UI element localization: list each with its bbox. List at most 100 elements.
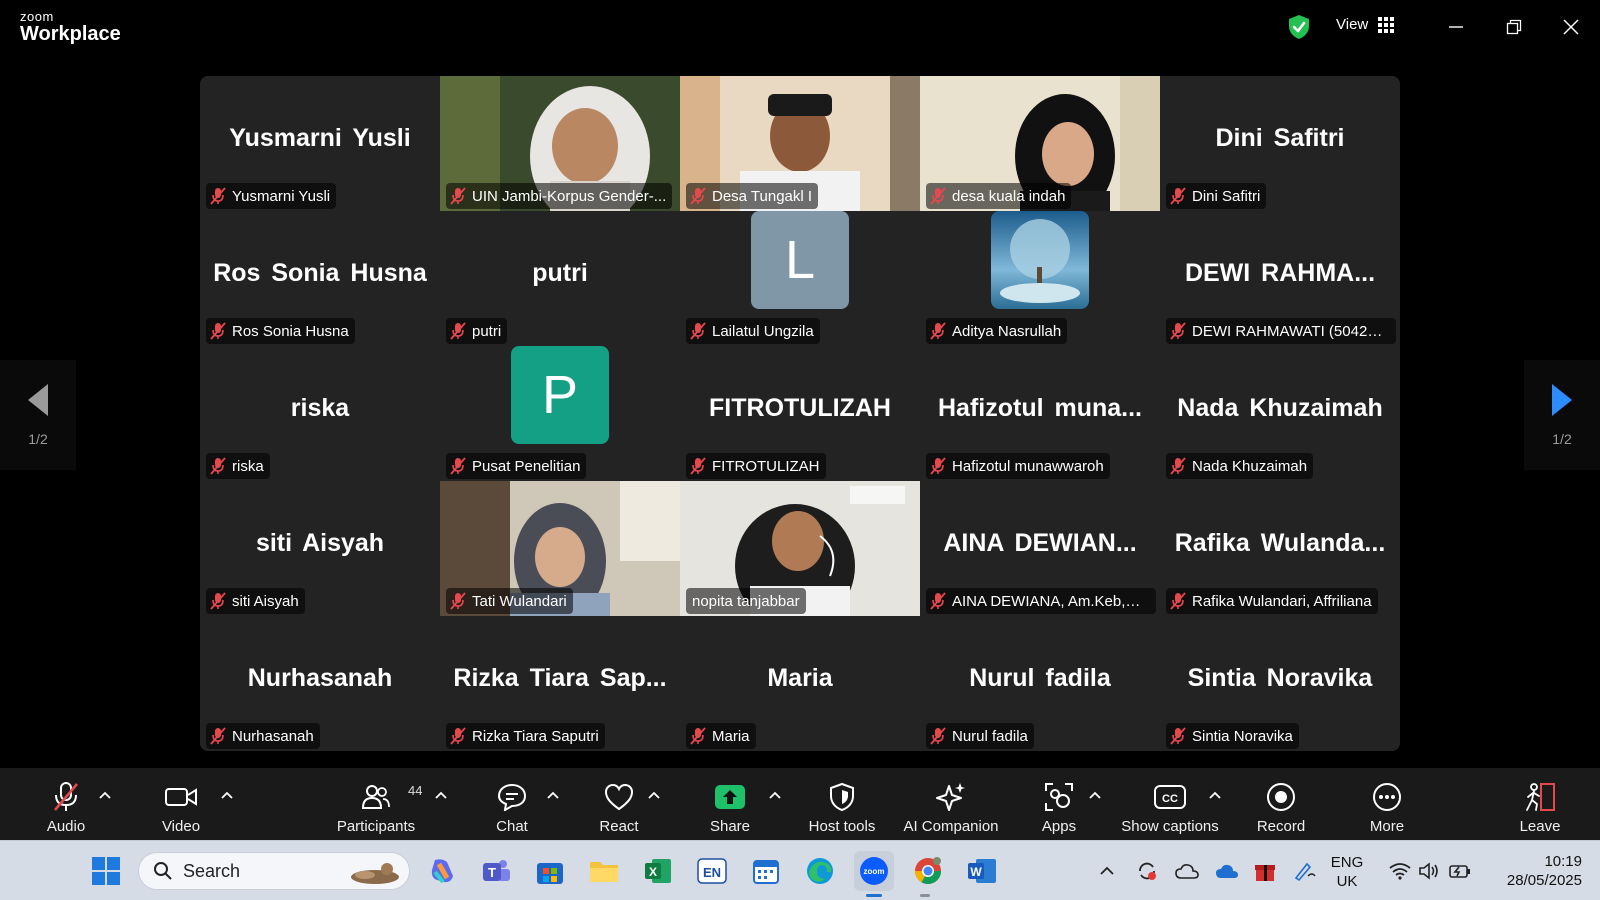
- react-button[interactable]: React: [592, 768, 646, 840]
- video-button[interactable]: Video: [150, 768, 212, 840]
- show-hidden-icons-button[interactable]: [1094, 851, 1120, 891]
- participant-tile[interactable]: Dini Safitri Dini Safitri: [1160, 76, 1400, 211]
- video-options-caret-icon[interactable]: [219, 788, 235, 802]
- input-method-taskbar-icon[interactable]: EN: [692, 851, 732, 891]
- input-language-indicator[interactable]: ENG UK: [1328, 853, 1366, 891]
- participant-tile[interactable]: UIN Jambi-Korpus Gender-...: [440, 76, 680, 211]
- participant-tile[interactable]: P Pusat Penelitian: [440, 346, 680, 481]
- participant-tile[interactable]: DEWI RAHMA... DEWI RAHMAWATI (5042201...: [1160, 211, 1400, 346]
- calendar-taskbar-icon[interactable]: [746, 851, 786, 891]
- participant-tile[interactable]: Sintia Noravika Sintia Noravika: [1160, 616, 1400, 751]
- quick-settings-button[interactable]: [1384, 851, 1476, 891]
- participant-label: Desa Tungakl I: [686, 183, 819, 209]
- onedrive-tray-icon[interactable]: [1172, 851, 1202, 891]
- participant-tile[interactable]: Desa Tungakl I: [680, 76, 920, 211]
- copilot-taskbar-icon[interactable]: [422, 851, 462, 891]
- chrome-taskbar-icon[interactable]: [908, 851, 948, 891]
- participant-tile[interactable]: siti Aisyah siti Aisyah: [200, 481, 440, 616]
- participant-tile[interactable]: Aditya Nasrullah: [920, 211, 1160, 346]
- file-explorer-taskbar-icon[interactable]: [584, 851, 624, 891]
- avatar: P: [511, 346, 609, 444]
- participant-tile[interactable]: L Lailatul Ungzila: [680, 211, 920, 346]
- windows-logo-icon: [92, 857, 120, 885]
- participant-tile[interactable]: Ros Sonia Husna Ros Sonia Husna: [200, 211, 440, 346]
- participant-tile[interactable]: Tati Wulandari: [440, 481, 680, 616]
- zoom-taskbar-icon[interactable]: zoom: [854, 851, 894, 891]
- participant-tile[interactable]: FITROTULIZAH FITROTULIZAH: [680, 346, 920, 481]
- show-captions-button[interactable]: CC Show captions: [1118, 768, 1222, 840]
- apps-button[interactable]: Apps: [1034, 768, 1084, 840]
- participant-label: nopita tanjabbar: [686, 588, 806, 614]
- edge-taskbar-icon[interactable]: [800, 851, 840, 891]
- participant-tile[interactable]: Maria Maria: [680, 616, 920, 751]
- participant-tile[interactable]: Rizka Tiara Sap... Rizka Tiara Saputri: [440, 616, 680, 751]
- excel-taskbar-icon[interactable]: X: [638, 851, 678, 891]
- svg-text:EN: EN: [703, 865, 721, 880]
- participant-label: Hafizotul munawwaroh: [926, 453, 1110, 479]
- pen-tray-icon[interactable]: [1290, 851, 1320, 891]
- chat-options-caret-icon[interactable]: [545, 788, 561, 802]
- word-icon: W: [968, 859, 996, 883]
- captions-options-caret-icon[interactable]: [1207, 788, 1223, 802]
- leave-door-icon: [1526, 783, 1555, 811]
- host-tools-button[interactable]: Host tools: [804, 768, 880, 840]
- gift-tray-icon[interactable]: [1250, 851, 1280, 891]
- system-clock[interactable]: 10:19 28/05/2025: [1490, 852, 1582, 890]
- apps-options-caret-icon[interactable]: [1087, 788, 1103, 802]
- record-button[interactable]: Record: [1253, 768, 1309, 840]
- participant-tile[interactable]: Nada Khuzaimah Nada Khuzaimah: [1160, 346, 1400, 481]
- previous-page-button[interactable]: 1/2: [0, 360, 76, 470]
- more-button[interactable]: More: [1363, 768, 1411, 840]
- participant-label: Aditya Nasrullah: [926, 318, 1068, 344]
- word-taskbar-icon[interactable]: W: [962, 851, 1002, 891]
- sync-tray-icon[interactable]: [1132, 851, 1162, 891]
- share-options-caret-icon[interactable]: [767, 788, 783, 802]
- participant-tile[interactable]: Nurhasanah Nurhasanah: [200, 616, 440, 751]
- participant-label: putri: [446, 318, 508, 344]
- taskbar-search-input[interactable]: Search: [138, 852, 410, 890]
- svg-text:T: T: [488, 865, 496, 880]
- next-page-button[interactable]: 1/2: [1524, 360, 1600, 470]
- start-button[interactable]: [86, 851, 126, 891]
- teams-taskbar-icon[interactable]: T: [476, 851, 516, 891]
- participant-tile[interactable]: Hafizotul muna... Hafizotul munawwaroh: [920, 346, 1160, 481]
- record-icon: [1267, 783, 1295, 811]
- copilot-icon: [431, 859, 453, 884]
- participant-label: Dini Safitri: [1166, 183, 1267, 209]
- participant-tile[interactable]: Rafika Wulanda... Rafika Wulandari, Affr…: [1160, 481, 1400, 616]
- view-button[interactable]: View: [1336, 16, 1395, 33]
- search-highlight-otter-icon: [351, 863, 399, 884]
- participant-tile[interactable]: Yusmarni Yusli Yusmarni Yusli: [200, 76, 440, 211]
- restore-button[interactable]: [1498, 12, 1530, 42]
- store-taskbar-icon[interactable]: [530, 851, 570, 891]
- encryption-shield-icon[interactable]: [1288, 14, 1310, 40]
- svg-text:zoom: zoom: [864, 867, 885, 876]
- wifi-icon: [1389, 863, 1411, 880]
- minimize-icon: [1449, 26, 1463, 28]
- minimize-button[interactable]: [1440, 12, 1472, 42]
- mic-muted-icon: [1170, 727, 1186, 745]
- share-button[interactable]: Share: [703, 768, 757, 840]
- participants-options-caret-icon[interactable]: [433, 788, 449, 802]
- participant-tile[interactable]: desa kuala indah: [920, 76, 1160, 211]
- participant-tile-active-speaker[interactable]: nopita tanjabbar: [680, 481, 920, 616]
- participant-tile[interactable]: putri putri: [440, 211, 680, 346]
- onedrive-business-tray-icon[interactable]: [1212, 851, 1242, 891]
- participant-label: Rafika Wulandari, Affriliana: [1166, 588, 1378, 614]
- ai-companion-button[interactable]: AI Companion: [900, 768, 1002, 840]
- audio-options-caret-icon[interactable]: [97, 788, 113, 802]
- leave-button[interactable]: Leave: [1518, 768, 1562, 840]
- svg-text:X: X: [649, 865, 657, 879]
- chat-button[interactable]: Chat: [487, 768, 537, 840]
- close-icon: [1563, 19, 1579, 35]
- participant-tile[interactable]: AINA DEWIAN... AINA DEWIANA, Am.Keb,S.Pd: [920, 481, 1160, 616]
- windows-taskbar: Search T X EN zoom W ENG UK 10:19 28/05/…: [0, 840, 1600, 900]
- participants-button[interactable]: 44 Participants: [332, 768, 423, 840]
- react-options-caret-icon[interactable]: [646, 788, 662, 802]
- mic-muted-icon: [1170, 187, 1186, 205]
- audio-button[interactable]: Audio: [38, 768, 94, 840]
- participant-tile[interactable]: riska riska: [200, 346, 440, 481]
- participant-tile[interactable]: Nurul fadila Nurul fadila: [920, 616, 1160, 751]
- close-button[interactable]: [1555, 12, 1587, 42]
- more-options-icon: [1373, 783, 1401, 811]
